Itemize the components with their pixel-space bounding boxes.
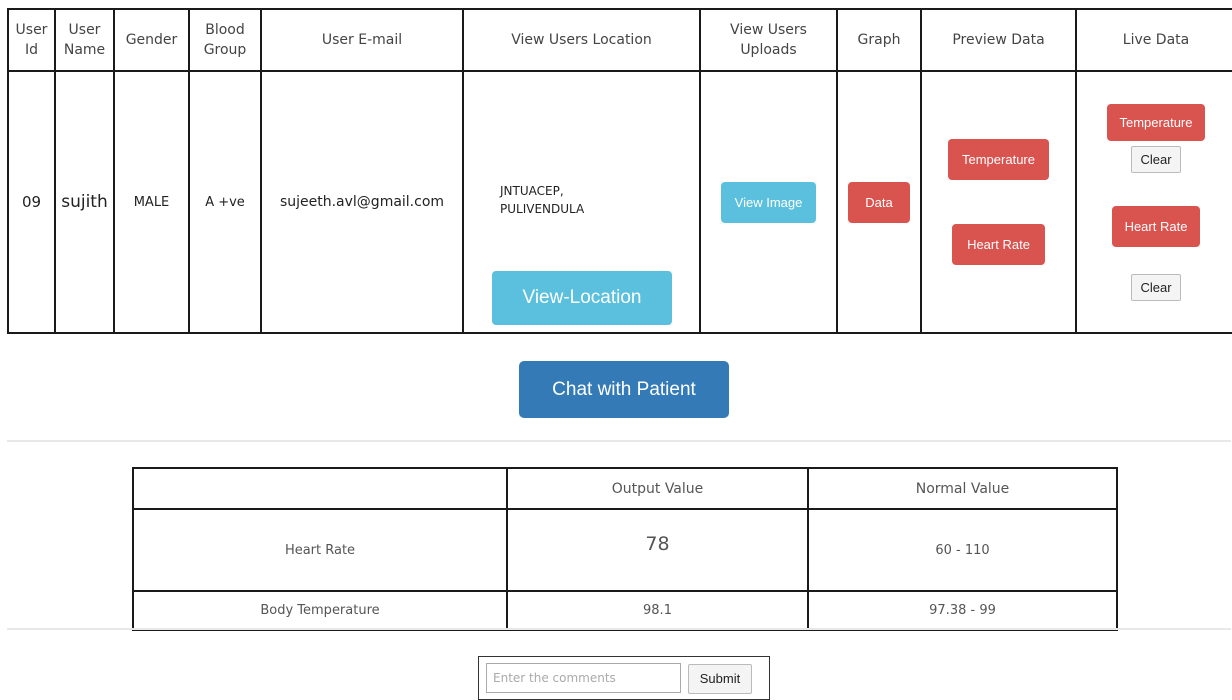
blood-group-cell: A +ve (188, 70, 262, 334)
preview-data-cell: Temperature Heart Rate (920, 70, 1077, 334)
live-data-cell: Temperature Clear Heart Rate Clear (1075, 70, 1232, 334)
view-image-button[interactable]: View Image (720, 181, 817, 223)
table-row: Body Temperature 98.1 97.38 - 99 (132, 590, 1118, 631)
gender-cell: MALE (113, 70, 190, 334)
divider (7, 440, 1231, 442)
body-temperature-normal: 97.38 - 99 (807, 590, 1118, 631)
header-preview-data: Preview Data (920, 8, 1077, 72)
header-normal-value: Normal Value (807, 467, 1118, 510)
location-text: JNTUACEP, PULIVENDULA (500, 182, 584, 218)
live-temperature-button[interactable]: Temperature (1106, 103, 1206, 141)
user-id-cell: 09 (7, 70, 56, 334)
table-row: Heart Rate 78 60 - 110 (132, 508, 1118, 592)
header-blood-group: Blood Group (188, 8, 262, 72)
clear-heart-rate-button[interactable]: Clear (1131, 273, 1181, 301)
view-location-button[interactable]: View-Location (492, 271, 672, 325)
header-gender: Gender (113, 8, 190, 72)
email-cell: sujeeth.avl@gmail.com (260, 70, 464, 334)
header-view-users-uploads: View Users Uploads (699, 8, 838, 72)
header-view-users-location: View Users Location (462, 8, 701, 72)
header-output-value: Output Value (506, 467, 809, 510)
comments-input[interactable] (486, 663, 681, 693)
graph-cell: Data (836, 70, 922, 334)
body-temperature-output: 98.1 (506, 590, 809, 631)
location-line-1: JNTUACEP, (500, 184, 564, 198)
comment-form: Submit (478, 656, 770, 700)
body-temperature-label: Body Temperature (132, 590, 508, 631)
heart-rate-output-cell: 78 (506, 508, 809, 592)
chat-with-patient-button[interactable]: Chat with Patient (519, 361, 729, 418)
header-user-id: User Id (7, 8, 56, 72)
submit-button[interactable]: Submit (688, 664, 752, 694)
location-cell: JNTUACEP, PULIVENDULA View-Location (462, 70, 701, 334)
header-user-name: User Name (54, 8, 115, 72)
values-table: Output Value Normal Value Heart Rate 78 … (132, 467, 1118, 631)
header-user-email: User E-mail (260, 8, 464, 72)
uploads-cell: View Image (699, 70, 838, 334)
divider (7, 628, 1231, 630)
header-live-data: Live Data (1075, 8, 1232, 72)
user-table: User Id User Name Gender Blood Group Use… (7, 8, 1232, 334)
location-line-2: PULIVENDULA (500, 202, 585, 216)
values-header-row: Output Value Normal Value (132, 467, 1118, 510)
preview-heart-rate-button[interactable]: Heart Rate (952, 224, 1045, 265)
graph-data-button[interactable]: Data (848, 181, 910, 223)
heart-rate-normal: 60 - 110 (807, 508, 1118, 592)
heart-rate-output: 78 (645, 533, 670, 555)
heart-rate-label: Heart Rate (132, 508, 508, 592)
user-table-row: 09 sujith MALE A +ve sujeeth.avl@gmail.c… (7, 70, 1232, 334)
live-heart-rate-button[interactable]: Heart Rate (1111, 205, 1201, 247)
user-table-header-row: User Id User Name Gender Blood Group Use… (7, 8, 1232, 72)
user-name-cell: sujith (54, 70, 115, 334)
preview-temperature-button[interactable]: Temperature (948, 139, 1049, 180)
header-blank (132, 467, 508, 510)
header-graph: Graph (836, 8, 922, 72)
clear-temperature-button[interactable]: Clear (1131, 145, 1181, 173)
